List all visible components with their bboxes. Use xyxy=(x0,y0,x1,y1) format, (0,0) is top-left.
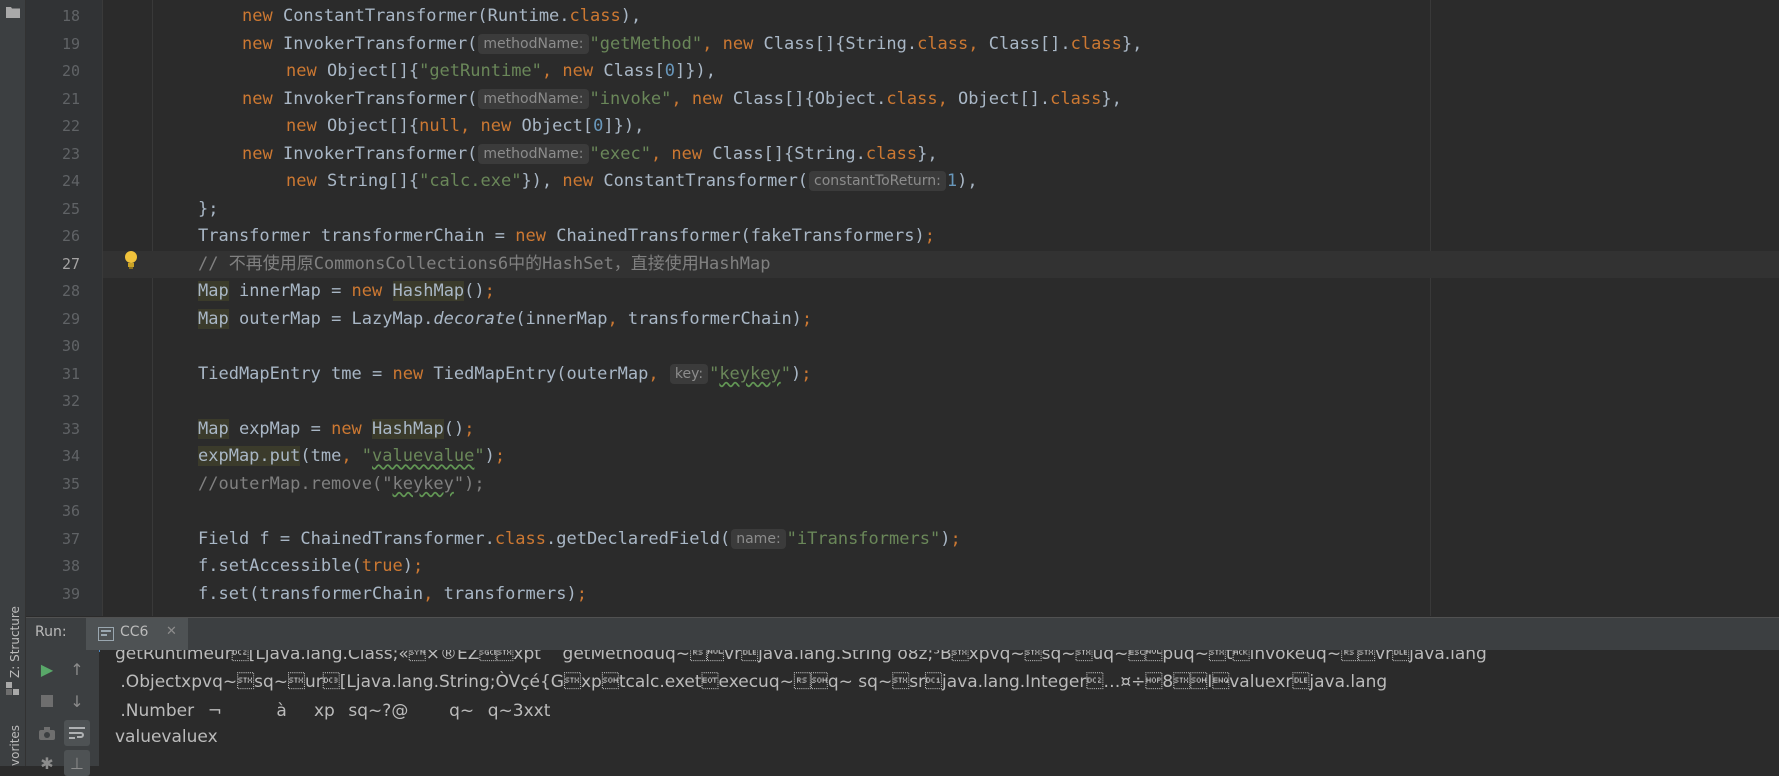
param-hint: name: xyxy=(731,528,786,549)
console-line: .Objectxpvq~sq~ur[Ljava.lang.String;­… xyxy=(115,672,1388,692)
code-line-21: new InvokerTransformer(methodName: "invok… xyxy=(242,88,1122,109)
run-panel-header: Run: CC6 ✕ xyxy=(26,617,1779,652)
param-hint: constantToReturn: xyxy=(809,171,946,191)
param-hint: methodName: xyxy=(478,88,589,109)
code-line-20: new Object[]{"getRuntime", new Class[0]}… xyxy=(286,61,716,81)
code-line-22: new Object[]{null, new Object[0]}), xyxy=(286,116,645,136)
line-number: 38 xyxy=(61,557,80,575)
param-hint: methodName: xyxy=(478,143,589,164)
code-line-28: Map innerMap = new HashMap(); xyxy=(198,281,495,301)
run-toolbar: ▶ ↑ ↓ ✱ ⊥ xyxy=(26,650,99,776)
stop-icon[interactable] xyxy=(34,688,60,714)
code-line-34: expMap.put(tme, "valuevalue"); xyxy=(198,446,506,466)
structure-tool-tab[interactable]: Z: Structure xyxy=(8,606,22,678)
line-number: 37 xyxy=(61,529,80,548)
rerun-icon[interactable]: ▶ xyxy=(34,656,60,682)
structure-icon xyxy=(6,682,19,695)
console-line: valuevaluex xyxy=(115,727,218,747)
line-number: 34 xyxy=(61,447,80,465)
line-number: 22 xyxy=(61,117,80,135)
code-line-25: }; xyxy=(198,198,219,219)
code-line-38: f.setAccessible(true); xyxy=(198,556,424,576)
code-line-27: // 不再使用原CommonsCollections6中的HashSet，直接使… xyxy=(198,253,771,274)
scroll-down-icon[interactable]: ↓ xyxy=(64,688,90,714)
line-number: 28 xyxy=(61,282,80,300)
code-line-37: Field f = ChainedTransformer.class.getDe… xyxy=(198,528,961,549)
line-number: 31 xyxy=(61,364,80,383)
soft-wrap-icon[interactable] xyxy=(64,720,90,746)
code-line-31: TiedMapEntry tme = new TiedMapEntry(oute… xyxy=(198,363,812,384)
camera-icon[interactable] xyxy=(34,720,60,746)
line-number: 18 xyxy=(61,7,80,25)
close-icon[interactable]: ✕ xyxy=(166,624,177,639)
favorites-tool-tab[interactable]: vorites xyxy=(8,725,22,766)
line-number: 23 xyxy=(61,144,80,163)
run-console-output[interactable]: getRuntimeur[Ljava.lang.Class;«×®ËZx… xyxy=(100,650,1779,766)
line-number: 30 xyxy=(61,337,80,355)
param-hint: methodName: xyxy=(478,33,589,54)
line-number: 24 xyxy=(61,172,80,190)
settings-icon[interactable]: ✱ xyxy=(34,750,60,776)
line-number-gutter: 18 19 20 21 22 23 24 25 26 27 28 29 30 3… xyxy=(26,0,103,616)
left-tool-strip: Z: Structure vorites xyxy=(0,0,26,766)
line-number: 32 xyxy=(61,392,80,410)
scroll-up-icon[interactable]: ↑ xyxy=(64,656,90,682)
code-line-26: Transformer transformerChain = new Chain… xyxy=(198,226,935,246)
indent-guide xyxy=(152,0,153,616)
console-line: getRuntimeur[Ljava.lang.Class;«×®ËZx… xyxy=(115,650,1487,664)
param-hint: key: xyxy=(669,363,709,384)
code-line-35: //outerMap.remove("keykey"); xyxy=(198,473,485,494)
line-number: 36 xyxy=(61,502,80,520)
code-line-24: new String[]{"calc.exe"}), new ConstantT… xyxy=(286,171,978,191)
code-line-29: Map outerMap = LazyMap.decorate(innerMap… xyxy=(198,308,813,329)
line-number: 21 xyxy=(61,89,80,108)
code-line-39: f.set(transformerChain, transformers); xyxy=(198,583,587,604)
line-number: 33 xyxy=(61,419,80,438)
line-number: 19 xyxy=(61,34,80,53)
line-number: 26 xyxy=(61,227,80,245)
run-panel-label: Run: xyxy=(35,624,67,640)
scroll-to-end-icon[interactable]: ⊥ xyxy=(64,750,90,776)
code-line-23: new InvokerTransformer(methodName: "exec"… xyxy=(242,143,938,164)
console-line: .Number¬ àxpsq~?@   q~ q~3xxt xyxy=(115,701,551,721)
line-number: 25 xyxy=(61,199,80,218)
line-number: 35 xyxy=(61,474,80,493)
code-line-33: Map expMap = new HashMap(); xyxy=(198,418,475,439)
line-number-current: 27 xyxy=(61,254,80,273)
run-tab-cc6[interactable]: CC6 ✕ xyxy=(86,618,188,652)
line-number: 39 xyxy=(61,584,80,603)
line-number: 29 xyxy=(61,309,80,328)
code-editor[interactable]: new ConstantTransformer(Runtime.class), … xyxy=(103,0,1779,616)
project-folder-icon[interactable] xyxy=(6,6,20,18)
run-tab-label: CC6 xyxy=(120,624,149,640)
code-line-19: new InvokerTransformer(methodName: "getMe… xyxy=(242,33,1143,54)
line-number: 20 xyxy=(61,62,80,80)
right-margin-guide xyxy=(1430,0,1431,616)
run-config-icon xyxy=(98,627,114,641)
lightbulb-icon[interactable] xyxy=(123,250,139,270)
code-line-18: new ConstantTransformer(Runtime.class), xyxy=(242,6,642,26)
